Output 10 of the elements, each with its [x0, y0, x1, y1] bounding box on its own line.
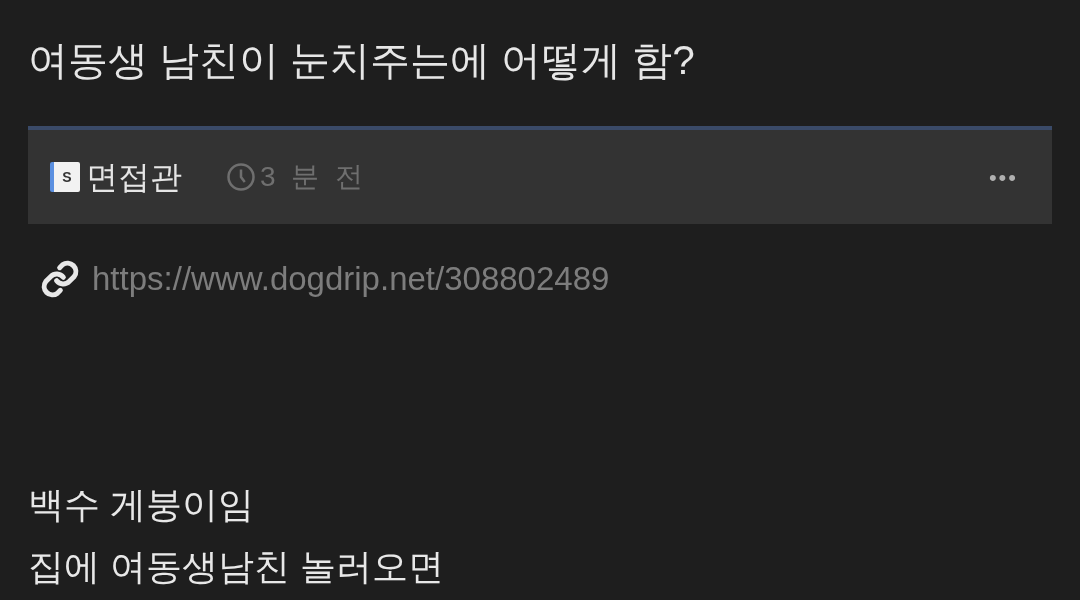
post-title: 여동생 남친이 눈치주는에 어떻게 함?	[28, 37, 696, 84]
post-link[interactable]: https://www.dogdrip.net/308802489	[92, 254, 610, 304]
more-button[interactable]: •••	[988, 160, 1018, 194]
author-name[interactable]: 면접관	[86, 153, 182, 201]
author-badge: S	[50, 162, 80, 192]
clock-icon	[226, 162, 256, 192]
body-text: 백수 게붕이임	[28, 482, 255, 527]
post-time: 3 분 전	[260, 160, 368, 194]
link-icon	[40, 258, 80, 299]
body-text: 집에 여동생남친 놀러오면	[28, 544, 445, 589]
